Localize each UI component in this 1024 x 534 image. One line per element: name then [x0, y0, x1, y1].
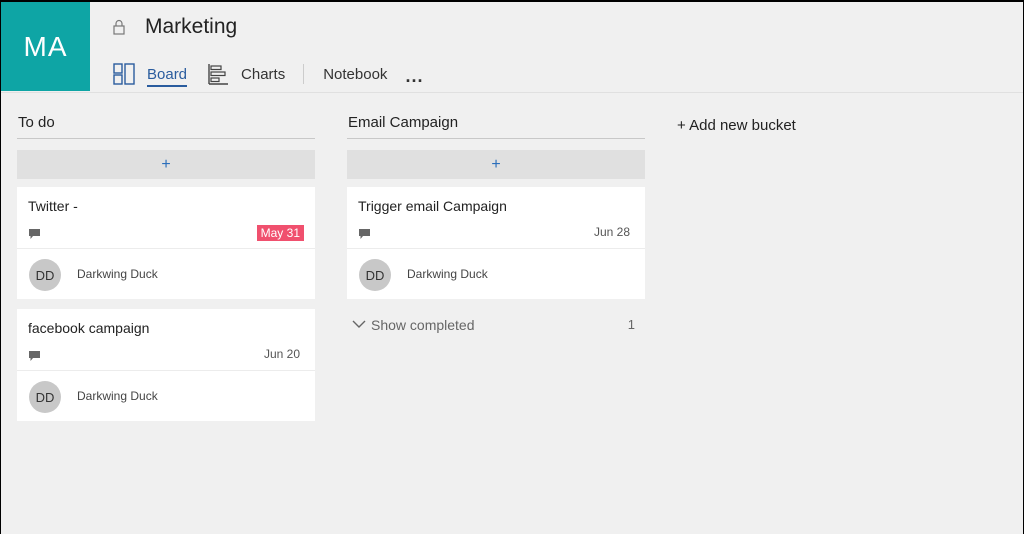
- comment-icon: [359, 229, 370, 239]
- show-completed-toggle[interactable]: Show completed 1: [347, 317, 645, 335]
- comment-icon: [29, 229, 40, 239]
- card-divider: [17, 248, 315, 249]
- charts-icon: [206, 62, 230, 86]
- bucket-title[interactable]: To do: [17, 114, 315, 139]
- plan-initials: MA: [23, 30, 68, 62]
- assignee-name: Darkwing Duck: [77, 389, 158, 403]
- plan-title: Marketing: [145, 15, 238, 38]
- show-completed-label: Show completed: [371, 317, 475, 333]
- tab-notebook[interactable]: Notebook: [323, 61, 405, 87]
- plan-nav: Board Charts Notebook ...: [112, 61, 423, 87]
- completed-count: 1: [627, 317, 635, 332]
- due-date: Jun 20: [263, 347, 300, 361]
- header-divider: [1, 92, 1023, 93]
- tab-charts-label: Charts: [241, 65, 286, 83]
- bucket-to-do: To do + Twitter - May 31 DD Darkwing Duc…: [17, 114, 315, 421]
- bucket-email-campaign: Email Campaign + Trigger email Campaign …: [347, 114, 645, 335]
- due-date: Jun 28: [593, 225, 630, 239]
- plan-header: MA Marketing Board Charts Notebook ...: [1, 2, 1023, 92]
- tab-charts[interactable]: Charts: [206, 61, 285, 87]
- assignee-name: Darkwing Duck: [407, 267, 488, 281]
- task-card[interactable]: Trigger email Campaign Jun 28 DD Darkwin…: [347, 187, 645, 299]
- task-title: Twitter -: [28, 198, 78, 214]
- card-divider: [17, 370, 315, 371]
- bucket-title[interactable]: Email Campaign: [347, 114, 645, 139]
- card-divider: [347, 248, 645, 249]
- assignee-name: Darkwing Duck: [77, 267, 158, 281]
- avatar[interactable]: DD: [29, 259, 61, 291]
- add-task-button[interactable]: +: [347, 150, 645, 179]
- due-date-badge: May 31: [256, 225, 304, 241]
- add-new-bucket-button[interactable]: + Add new bucket: [677, 117, 796, 134]
- task-title: facebook campaign: [28, 320, 150, 336]
- chevron-down-icon: [352, 320, 366, 328]
- comment-icon: [29, 351, 40, 361]
- board-icon: [112, 62, 136, 86]
- avatar[interactable]: DD: [29, 381, 61, 413]
- lock-icon: [113, 19, 125, 35]
- more-options-button[interactable]: ...: [405, 67, 423, 85]
- avatar[interactable]: DD: [359, 259, 391, 291]
- task-card[interactable]: Twitter - May 31 DD Darkwing Duck: [17, 187, 315, 299]
- task-title: Trigger email Campaign: [358, 198, 507, 214]
- plan-avatar: MA: [1, 2, 90, 91]
- tab-board-label: Board: [147, 66, 188, 87]
- nav-divider: [303, 64, 305, 84]
- tab-notebook-label: Notebook: [323, 65, 388, 83]
- tab-board[interactable]: Board: [112, 61, 188, 87]
- task-card[interactable]: facebook campaign Jun 20 DD Darkwing Duc…: [17, 309, 315, 421]
- add-task-button[interactable]: +: [17, 150, 315, 179]
